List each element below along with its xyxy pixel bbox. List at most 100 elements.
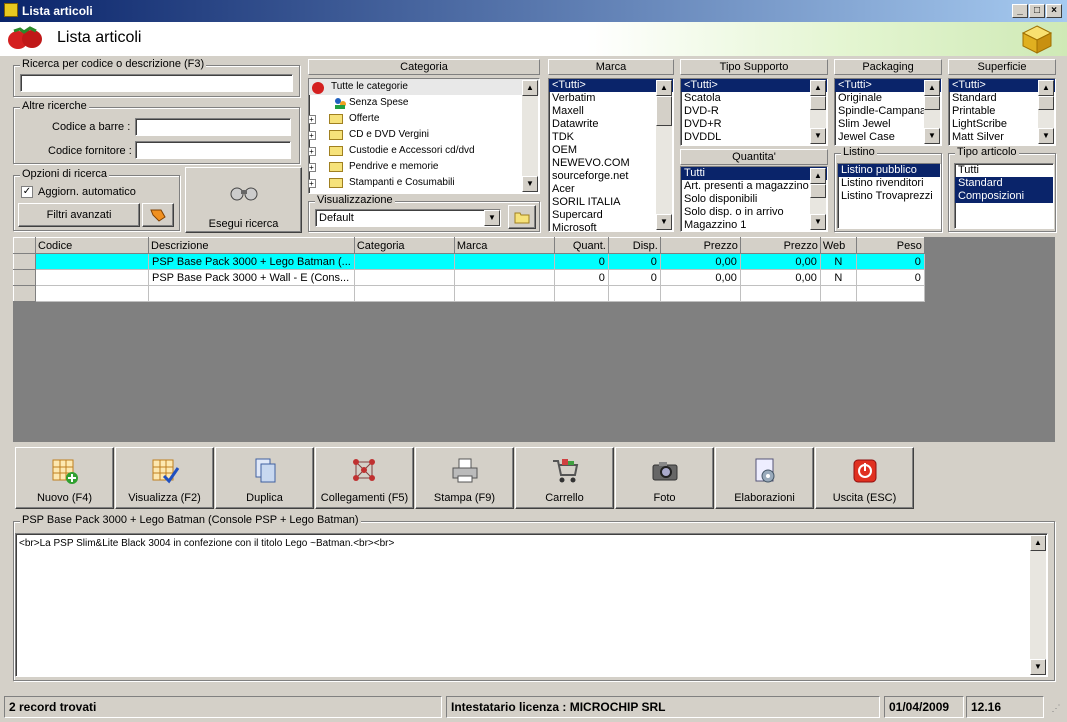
list-item[interactable]: Tutti (681, 167, 827, 180)
column-header[interactable]: Quant. (553, 237, 609, 254)
tree-item[interactable]: + Pendrive e memorie (309, 159, 539, 175)
cell-descrizione[interactable]: PSP Base Pack 3000 + Lego Batman (... (148, 253, 355, 270)
tree-item[interactable]: + CD e DVD Vergini (309, 127, 539, 143)
auto-update-checkbox[interactable]: ✓ (21, 186, 33, 198)
column-header[interactable]: Marca (453, 237, 555, 254)
advanced-filters-button[interactable]: Filtri avanzati (18, 203, 140, 227)
cell-codice[interactable] (35, 253, 149, 270)
detail-scrollbar[interactable]: ▲ ▼ (1030, 535, 1046, 675)
list-item[interactable]: Magazzino 1 (681, 219, 827, 231)
list-item[interactable]: Verbatim (549, 92, 673, 105)
photo-button[interactable]: Foto (615, 447, 714, 509)
list-item[interactable]: NEWEVO.COM (549, 157, 673, 170)
exit-button[interactable]: Uscita (ESC) (815, 447, 914, 509)
list-item[interactable]: Datawrite (549, 118, 673, 131)
row-indicator[interactable] (13, 285, 36, 302)
superficie-scrollbar[interactable]: ▲ ▼ (1038, 80, 1054, 144)
cell-categoria[interactable] (353, 253, 455, 270)
column-header[interactable]: Categoria (353, 237, 455, 254)
cell-quant[interactable]: 0 (553, 253, 609, 270)
close-button[interactable]: × (1046, 4, 1062, 18)
detail-textarea[interactable]: <br>La PSP Slim&Lite Black 3004 in confe… (15, 533, 1048, 677)
cell-prezzo2[interactable]: 0,00 (739, 253, 821, 270)
new-button[interactable]: Nuovo (F4) (15, 447, 114, 509)
print-button[interactable]: Stampa (F9) (415, 447, 514, 509)
column-header[interactable]: Peso (855, 237, 925, 254)
list-item[interactable]: Listino Trovaprezzi (838, 190, 940, 203)
column-header[interactable]: Prezzo (739, 237, 821, 254)
open-folder-button[interactable] (508, 205, 536, 229)
quantita-scrollbar[interactable]: ▲ ▼ (810, 168, 826, 230)
articles-grid[interactable]: Codice Descrizione Categoria Marca Quant… (13, 237, 1055, 442)
cell-prezzo[interactable]: 0,00 (659, 269, 741, 286)
list-item[interactable]: Listino rivenditori (838, 177, 940, 190)
row-indicator[interactable] (13, 269, 36, 286)
cell-prezzo[interactable]: 0,00 (659, 253, 741, 270)
cell-marca[interactable] (453, 253, 555, 270)
duplicate-button[interactable]: Duplica (215, 447, 314, 509)
marca-scrollbar[interactable]: ▲ ▼ (656, 80, 672, 230)
packaging-list[interactable]: <Tutti> Originale Spindle-Campana Slim J… (834, 78, 942, 146)
tree-item[interactable]: + Custodie e Accessori cd/dvd (309, 143, 539, 159)
list-item[interactable]: DVD+R (681, 118, 827, 131)
cart-button[interactable]: Carrello (515, 447, 614, 509)
quantita-list[interactable]: Tutti Art. presenti a magazzino Solo dis… (680, 166, 828, 232)
search-code-desc-input[interactable] (20, 74, 293, 92)
list-item[interactable]: Composizioni (955, 190, 1053, 203)
column-header[interactable]: Codice (35, 237, 149, 254)
list-item[interactable]: <Tutti> (681, 79, 827, 92)
tree-item[interactable]: + Stampanti e Cosumabili (309, 175, 539, 191)
list-item[interactable]: Art. presenti a magazzino (681, 180, 827, 193)
list-item[interactable]: SORIL ITALIA (549, 196, 673, 209)
list-item[interactable]: Tutti (955, 164, 1053, 177)
view-select[interactable]: Default ▼ (315, 209, 501, 227)
view-button[interactable]: Visualizza (F2) (115, 447, 214, 509)
tree-item[interactable]: + Offerte (309, 111, 539, 127)
table-row[interactable]: PSP Base Pack 3000 + Wall - E (Cons... 0… (13, 269, 925, 286)
list-item[interactable]: DVD-R (681, 105, 827, 118)
list-item[interactable]: Solo disponibili (681, 193, 827, 206)
categoria-tree[interactable]: Tutte le categorie Senza Spese + Offerte … (308, 78, 540, 194)
maximize-button[interactable]: □ (1029, 4, 1045, 18)
cell-codice[interactable] (35, 269, 149, 286)
cell-marca[interactable] (453, 269, 555, 286)
listino-list[interactable]: Listino pubblico Listino rivenditori Lis… (837, 163, 941, 229)
tipo-supporto-list[interactable]: <Tutti> Scatola DVD-R DVD+R DVDDL ▲ ▼ (680, 78, 828, 146)
cell-quant[interactable]: 0 (553, 269, 609, 286)
list-item[interactable]: DVDDL (681, 131, 827, 144)
cell-descrizione[interactable]: PSP Base Pack 3000 + Wall - E (Cons... (148, 269, 355, 286)
cell-web[interactable]: N (819, 253, 857, 270)
cell-disp[interactable]: 0 (607, 253, 661, 270)
list-item[interactable]: Solo disp. o in arrivo (681, 206, 827, 219)
cell-categoria[interactable] (353, 269, 455, 286)
resize-grip[interactable]: ⋰ (1048, 700, 1064, 716)
cell-peso[interactable]: 0 (855, 253, 925, 270)
links-button[interactable]: Collegamenti (F5) (315, 447, 414, 509)
marca-list[interactable]: <Tutti> Verbatim Maxell Datawrite TDK OE… (548, 78, 674, 232)
tree-item[interactable]: Tutte le categorie (309, 79, 539, 95)
column-header[interactable]: Descrizione (148, 237, 355, 254)
packaging-scrollbar[interactable]: ▲ ▼ (924, 80, 940, 144)
tree-item[interactable]: Senza Spese (309, 95, 539, 111)
tipo-articolo-list[interactable]: Tutti Standard Composizioni (954, 163, 1054, 229)
run-search-button[interactable]: Esegui ricerca (185, 167, 302, 233)
list-item[interactable]: OEM (549, 144, 673, 157)
superficie-list[interactable]: <Tutti> Standard Printable LightScribe M… (948, 78, 1056, 146)
table-row-new[interactable] (13, 285, 925, 302)
minimize-button[interactable]: _ (1012, 4, 1028, 18)
supplier-code-input[interactable] (135, 141, 291, 159)
row-indicator[interactable] (13, 253, 36, 270)
column-header[interactable]: Prezzo (659, 237, 741, 254)
processing-button[interactable]: Elaborazioni (715, 447, 814, 509)
barcode-input[interactable] (135, 118, 291, 136)
list-item[interactable]: TDK (549, 131, 673, 144)
categoria-scrollbar[interactable]: ▲ ▼ (522, 80, 538, 192)
list-item[interactable]: Supercard (549, 209, 673, 222)
cell-prezzo2[interactable]: 0,00 (739, 269, 821, 286)
list-item[interactable]: Listino pubblico (838, 164, 940, 177)
list-item[interactable]: Scatola (681, 92, 827, 105)
tipo-supporto-scrollbar[interactable]: ▲ ▼ (810, 80, 826, 144)
list-item[interactable]: Acer (549, 183, 673, 196)
filter-pointer-button[interactable] (142, 203, 174, 227)
list-item[interactable]: Maxell (549, 105, 673, 118)
